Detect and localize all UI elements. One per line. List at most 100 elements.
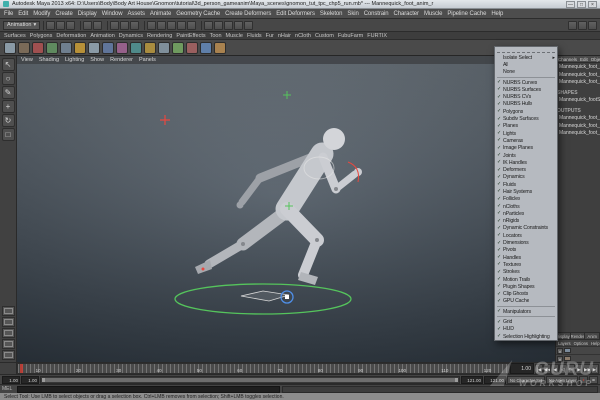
shelf-item-15[interactable] <box>200 42 212 54</box>
panel-menu-item[interactable]: Panels <box>139 57 156 63</box>
shelf-item-4[interactable] <box>46 42 58 54</box>
select-by-hierarchy-icon[interactable] <box>110 21 119 30</box>
show-menu-item[interactable]: ✓Dimensions <box>495 239 557 246</box>
show-menu-item[interactable]: ✓NURBS Surfaces <box>495 86 557 93</box>
show-menu-item[interactable]: ✓Locators <box>495 232 557 239</box>
show-menu-item[interactable]: ✓Cameras <box>495 137 557 144</box>
show-menu-item[interactable]: ✓nCloths <box>495 203 557 210</box>
menu-item[interactable]: Skin <box>347 11 358 17</box>
shelf-tab[interactable]: Deformation <box>56 33 86 39</box>
single-pane-layout-button[interactable] <box>2 306 15 316</box>
shelf-item-8[interactable] <box>102 42 114 54</box>
shelf-tab[interactable]: Fluids <box>247 33 262 39</box>
shelf-item-7[interactable] <box>88 42 100 54</box>
shelf-tab[interactable]: nCloth <box>295 33 311 39</box>
show-menu-item[interactable]: ✓Polygons <box>495 108 557 115</box>
rotate-tool[interactable]: ↻ <box>2 114 15 127</box>
shelf-item-6[interactable] <box>74 42 86 54</box>
menu-item[interactable]: Help <box>491 11 503 17</box>
show-menu-item[interactable]: ✓Clip Ghosts <box>495 291 557 298</box>
show-tool-settings-icon[interactable] <box>578 21 587 30</box>
menu-item[interactable]: Muscle <box>424 11 442 17</box>
menu-item[interactable]: File <box>4 11 13 17</box>
show-menu-item[interactable]: ✓Hair Systems <box>495 188 557 195</box>
redo-icon[interactable] <box>93 21 102 30</box>
move-tool[interactable]: + <box>2 100 15 113</box>
show-menu-item[interactable]: ✓Image Planes <box>495 145 557 152</box>
shelf-tab[interactable]: PaintEffects <box>176 33 205 39</box>
playback-end-field[interactable]: 121.00 <box>461 376 483 384</box>
snap-to-grid-icon[interactable] <box>147 21 156 30</box>
command-line-input[interactable] <box>17 386 280 393</box>
shelf-item-10[interactable] <box>130 42 142 54</box>
show-menu-item[interactable]: ✓Pivots <box>495 247 557 254</box>
menu-item[interactable]: Skeleton <box>320 11 343 17</box>
show-menu-item[interactable]: ✓Handles <box>495 254 557 261</box>
menu-item[interactable]: Modify <box>33 11 50 17</box>
shelf-tab[interactable]: Polygons <box>30 33 53 39</box>
show-menu-item[interactable]: None <box>495 69 557 76</box>
panel-menu-item[interactable]: Show <box>90 57 104 63</box>
shelf-item-13[interactable] <box>172 42 184 54</box>
open-render-view-icon[interactable] <box>214 21 223 30</box>
minimize-button[interactable]: — <box>566 1 575 8</box>
go-to-end-button[interactable]: ▶| <box>591 364 599 374</box>
layer-menu-item[interactable]: Options <box>574 341 588 346</box>
maximize-button[interactable]: □ <box>577 1 586 8</box>
panel-menu-item[interactable]: Lighting <box>65 57 84 63</box>
menu-item[interactable]: Pipeline Cache <box>447 11 486 17</box>
select-tool[interactable]: ↖ <box>2 58 15 71</box>
show-menu-item[interactable]: ✓Follicles <box>495 196 557 203</box>
step-forward-key-button[interactable]: ▶▶ <box>583 364 591 374</box>
menu-item[interactable]: Assets <box>127 11 144 17</box>
open-scene-icon[interactable] <box>56 21 65 30</box>
show-menu-item[interactable]: ✓Plugin Shapes <box>495 283 557 290</box>
snap-to-point-icon[interactable] <box>167 21 176 30</box>
anim-layer-dropdown[interactable]: No Anim Layer <box>546 376 578 384</box>
layer-color-swatch[interactable] <box>564 348 571 353</box>
channel-box-row[interactable]: Mannequick_foot_ani <box>556 115 600 123</box>
new-scene-icon[interactable] <box>46 21 55 30</box>
channel-box-row[interactable]: SHAPES <box>556 90 600 98</box>
show-menu-item[interactable]: ✓Selection Highlighting <box>495 333 557 340</box>
show-menu-item[interactable]: ✓Deformers <box>495 166 557 173</box>
select-by-object-icon[interactable] <box>120 21 129 30</box>
shelf-item-14[interactable] <box>186 42 198 54</box>
layer-row[interactable]: V <box>556 354 600 362</box>
panel-menu-item[interactable]: View <box>21 57 33 63</box>
range-slider-right-handle[interactable] <box>455 378 458 382</box>
show-menu-item[interactable]: ✓GPU Cache <box>495 298 557 305</box>
close-button[interactable]: × <box>588 1 597 8</box>
character-rig-canvas[interactable] <box>17 56 555 362</box>
menu-item[interactable]: Edit <box>18 11 28 17</box>
show-menu-item[interactable]: ✓NURBS Hulls <box>495 101 557 108</box>
persp-outliner-layout-button[interactable] <box>2 328 15 338</box>
menu-item[interactable]: Create <box>55 11 72 17</box>
show-attribute-editor-icon[interactable] <box>568 21 577 30</box>
show-menu-item[interactable]: ✓Subdiv Surfaces <box>495 115 557 122</box>
show-menu-item[interactable]: ✓Motion Trails <box>495 276 557 283</box>
shelf-tab[interactable]: Fur <box>266 33 274 39</box>
shelf-item-2[interactable] <box>18 42 30 54</box>
character-set-dropdown[interactable]: No Character Set <box>507 376 545 384</box>
menu-item[interactable]: Character <box>393 11 418 17</box>
show-menu-item[interactable]: ✓Planes <box>495 123 557 130</box>
play-backward-button[interactable]: ◁ <box>559 364 567 374</box>
render-settings-icon[interactable] <box>244 21 253 30</box>
layer-menu-item[interactable]: Layers <box>558 341 571 346</box>
show-menu-item[interactable]: ✓Textures <box>495 261 557 268</box>
snap-to-curve-icon[interactable] <box>157 21 166 30</box>
show-menu-item[interactable]: ✓Strokes <box>495 269 557 276</box>
range-slider-bar[interactable] <box>42 378 458 382</box>
four-pane-layout-button[interactable] <box>2 317 15 327</box>
undo-icon[interactable] <box>83 21 92 30</box>
menu-item[interactable]: Edit Deformers <box>276 11 315 17</box>
range-slider-left-handle[interactable] <box>42 378 45 382</box>
shelf-tab[interactable]: Animation <box>90 33 114 39</box>
shelf-tab[interactable]: Dynamics <box>119 33 143 39</box>
channel-box-row[interactable]: Mannequick_foot_ani <box>556 64 600 72</box>
play-forward-button[interactable]: ▷ <box>567 364 575 374</box>
animation-end-field[interactable]: 121.00 <box>484 376 506 384</box>
channel-box-menu-item[interactable]: Channels <box>558 57 577 62</box>
channel-box-row[interactable]: Mannequick_foot_ani <box>556 123 600 131</box>
